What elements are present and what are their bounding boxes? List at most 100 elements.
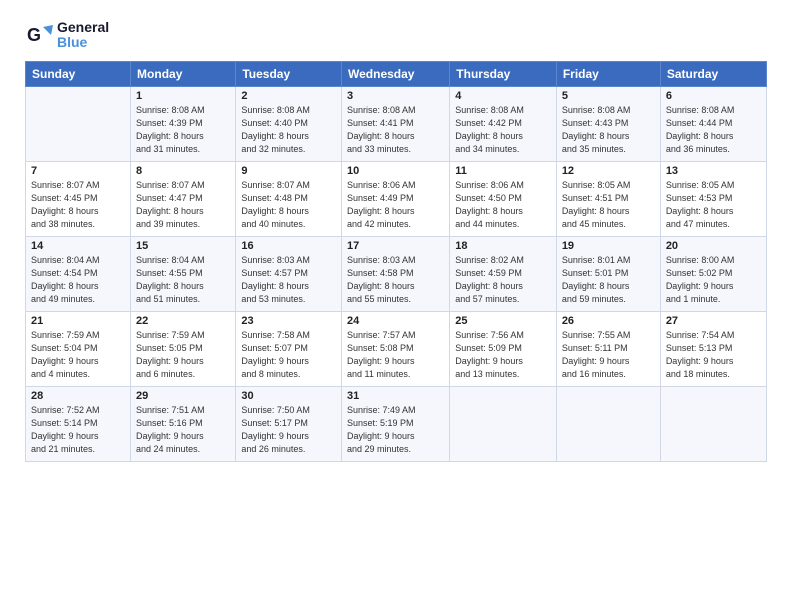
day-info: Sunrise: 8:04 AM Sunset: 4:54 PM Dayligh… <box>31 254 125 306</box>
day-info: Sunrise: 7:54 AM Sunset: 5:13 PM Dayligh… <box>666 329 761 381</box>
calendar-day-cell <box>556 386 660 461</box>
day-info: Sunrise: 7:51 AM Sunset: 5:16 PM Dayligh… <box>136 404 230 456</box>
day-number: 27 <box>666 315 761 327</box>
day-info: Sunrise: 8:07 AM Sunset: 4:45 PM Dayligh… <box>31 179 125 231</box>
calendar-day-cell <box>660 386 766 461</box>
day-info: Sunrise: 8:08 AM Sunset: 4:42 PM Dayligh… <box>455 104 551 156</box>
day-info: Sunrise: 7:52 AM Sunset: 5:14 PM Dayligh… <box>31 404 125 456</box>
calendar-day-cell: 28Sunrise: 7:52 AM Sunset: 5:14 PM Dayli… <box>26 386 131 461</box>
day-number: 6 <box>666 90 761 102</box>
weekday-header: Thursday <box>450 61 557 86</box>
day-info: Sunrise: 8:08 AM Sunset: 4:43 PM Dayligh… <box>562 104 655 156</box>
day-number: 12 <box>562 165 655 177</box>
day-info: Sunrise: 8:08 AM Sunset: 4:39 PM Dayligh… <box>136 104 230 156</box>
calendar-day-cell: 23 Sunrise: 7:58 AM Sunset: 5:07 PM Dayli… <box>236 311 342 386</box>
calendar-day-cell: 16 Sunrise: 8:03 AM Sunset: 4:57 PM Dayli… <box>236 236 342 311</box>
day-info: Sunrise: 8:05 AM Sunset: 4:53 PM Dayligh… <box>666 179 761 231</box>
day-number: 9 <box>241 165 336 177</box>
day-info: Sunrise: 8:06 AM Sunset: 4:49 PM Dayligh… <box>347 179 444 231</box>
day-number: 19 <box>562 240 655 252</box>
day-number: 10 <box>347 165 444 177</box>
day-number: 30 <box>241 390 336 402</box>
calendar-day-cell: 25 Sunrise: 7:56 AM Sunset: 5:09 PM Dayli… <box>450 311 557 386</box>
calendar-week-row: 1 Sunrise: 8:08 AM Sunset: 4:39 PM Daylig… <box>26 86 767 161</box>
day-number: 31 <box>347 390 444 402</box>
calendar-day-cell <box>26 86 131 161</box>
day-info: Sunrise: 8:03 AM Sunset: 4:58 PM Dayligh… <box>347 254 444 306</box>
day-info: Sunrise: 8:06 AM Sunset: 4:50 PM Dayligh… <box>455 179 551 231</box>
day-info: Sunrise: 7:58 AM Sunset: 5:07 PM Dayligh… <box>241 329 336 381</box>
day-info: Sunrise: 8:02 AM Sunset: 4:59 PM Dayligh… <box>455 254 551 306</box>
calendar-day-cell: 19 Sunrise: 8:01 AM Sunset: 5:01 PM Dayli… <box>556 236 660 311</box>
day-number: 11 <box>455 165 551 177</box>
weekday-header: Saturday <box>660 61 766 86</box>
day-info: Sunrise: 7:49 AM Sunset: 5:19 PM Dayligh… <box>347 404 444 456</box>
calendar-day-cell: 5 Sunrise: 8:08 AM Sunset: 4:43 PM Daylig… <box>556 86 660 161</box>
day-info: Sunrise: 8:00 AM Sunset: 5:02 PM Dayligh… <box>666 254 761 306</box>
calendar-day-cell: 4 Sunrise: 8:08 AM Sunset: 4:42 PM Daylig… <box>450 86 557 161</box>
logo-text: General Blue <box>57 20 109 51</box>
calendar-header-row: SundayMondayTuesdayWednesdayThursdayFrid… <box>26 61 767 86</box>
day-number: 8 <box>136 165 230 177</box>
day-info: Sunrise: 8:01 AM Sunset: 5:01 PM Dayligh… <box>562 254 655 306</box>
day-info: Sunrise: 8:03 AM Sunset: 4:57 PM Dayligh… <box>241 254 336 306</box>
day-info: Sunrise: 8:07 AM Sunset: 4:47 PM Dayligh… <box>136 179 230 231</box>
calendar-day-cell: 24 Sunrise: 7:57 AM Sunset: 5:08 PM Dayli… <box>342 311 450 386</box>
day-number: 2 <box>241 90 336 102</box>
day-number: 24 <box>347 315 444 327</box>
svg-text:G: G <box>27 25 41 45</box>
calendar-day-cell: 2 Sunrise: 8:08 AM Sunset: 4:40 PM Daylig… <box>236 86 342 161</box>
calendar-day-cell: 29Sunrise: 7:51 AM Sunset: 5:16 PM Dayli… <box>131 386 236 461</box>
day-info: Sunrise: 8:05 AM Sunset: 4:51 PM Dayligh… <box>562 179 655 231</box>
weekday-header: Sunday <box>26 61 131 86</box>
calendar-week-row: 28Sunrise: 7:52 AM Sunset: 5:14 PM Dayli… <box>26 386 767 461</box>
day-number: 15 <box>136 240 230 252</box>
weekday-header: Tuesday <box>236 61 342 86</box>
day-info: Sunrise: 8:08 AM Sunset: 4:44 PM Dayligh… <box>666 104 761 156</box>
calendar-day-cell: 15Sunrise: 8:04 AM Sunset: 4:55 PM Dayli… <box>131 236 236 311</box>
calendar-day-cell: 11 Sunrise: 8:06 AM Sunset: 4:50 PM Dayli… <box>450 161 557 236</box>
day-info: Sunrise: 7:57 AM Sunset: 5:08 PM Dayligh… <box>347 329 444 381</box>
day-info: Sunrise: 7:56 AM Sunset: 5:09 PM Dayligh… <box>455 329 551 381</box>
day-number: 25 <box>455 315 551 327</box>
day-info: Sunrise: 8:08 AM Sunset: 4:40 PM Dayligh… <box>241 104 336 156</box>
calendar-day-cell: 30Sunrise: 7:50 AM Sunset: 5:17 PM Dayli… <box>236 386 342 461</box>
day-info: Sunrise: 7:59 AM Sunset: 5:04 PM Dayligh… <box>31 329 125 381</box>
calendar-day-cell: 31 Sunrise: 7:49 AM Sunset: 5:19 PM Dayli… <box>342 386 450 461</box>
day-number: 1 <box>136 90 230 102</box>
calendar-day-cell: 8 Sunrise: 8:07 AM Sunset: 4:47 PM Daylig… <box>131 161 236 236</box>
day-number: 16 <box>241 240 336 252</box>
logo-icon: G <box>25 21 53 49</box>
calendar-day-cell: 21Sunrise: 7:59 AM Sunset: 5:04 PM Dayli… <box>26 311 131 386</box>
day-info: Sunrise: 7:55 AM Sunset: 5:11 PM Dayligh… <box>562 329 655 381</box>
calendar-day-cell: 26 Sunrise: 7:55 AM Sunset: 5:11 PM Dayli… <box>556 311 660 386</box>
calendar-day-cell: 3Sunrise: 8:08 AM Sunset: 4:41 PM Daylig… <box>342 86 450 161</box>
calendar-day-cell: 13 Sunrise: 8:05 AM Sunset: 4:53 PM Dayli… <box>660 161 766 236</box>
page: G General Blue SundayMondayTuesdayWednes… <box>0 0 792 612</box>
day-number: 26 <box>562 315 655 327</box>
calendar-day-cell: 10 Sunrise: 8:06 AM Sunset: 4:49 PM Dayli… <box>342 161 450 236</box>
calendar-day-cell: 17 Sunrise: 8:03 AM Sunset: 4:58 PM Dayli… <box>342 236 450 311</box>
calendar-day-cell: 20 Sunrise: 8:00 AM Sunset: 5:02 PM Dayli… <box>660 236 766 311</box>
header: G General Blue <box>25 20 767 51</box>
day-number: 5 <box>562 90 655 102</box>
calendar-week-row: 7 Sunrise: 8:07 AM Sunset: 4:45 PM Daylig… <box>26 161 767 236</box>
weekday-header: Monday <box>131 61 236 86</box>
day-number: 23 <box>241 315 336 327</box>
day-number: 17 <box>347 240 444 252</box>
calendar-table: SundayMondayTuesdayWednesdayThursdayFrid… <box>25 61 767 462</box>
day-number: 4 <box>455 90 551 102</box>
day-number: 14 <box>31 240 125 252</box>
day-number: 20 <box>666 240 761 252</box>
calendar-day-cell: 22Sunrise: 7:59 AM Sunset: 5:05 PM Dayli… <box>131 311 236 386</box>
calendar-day-cell: 27 Sunrise: 7:54 AM Sunset: 5:13 PM Dayli… <box>660 311 766 386</box>
calendar-day-cell: 6 Sunrise: 8:08 AM Sunset: 4:44 PM Daylig… <box>660 86 766 161</box>
day-number: 13 <box>666 165 761 177</box>
calendar-day-cell <box>450 386 557 461</box>
day-number: 7 <box>31 165 125 177</box>
calendar-day-cell: 9Sunrise: 8:07 AM Sunset: 4:48 PM Daylig… <box>236 161 342 236</box>
day-info: Sunrise: 8:08 AM Sunset: 4:41 PM Dayligh… <box>347 104 444 156</box>
calendar-week-row: 21Sunrise: 7:59 AM Sunset: 5:04 PM Dayli… <box>26 311 767 386</box>
calendar-week-row: 14 Sunrise: 8:04 AM Sunset: 4:54 PM Dayli… <box>26 236 767 311</box>
weekday-header: Wednesday <box>342 61 450 86</box>
